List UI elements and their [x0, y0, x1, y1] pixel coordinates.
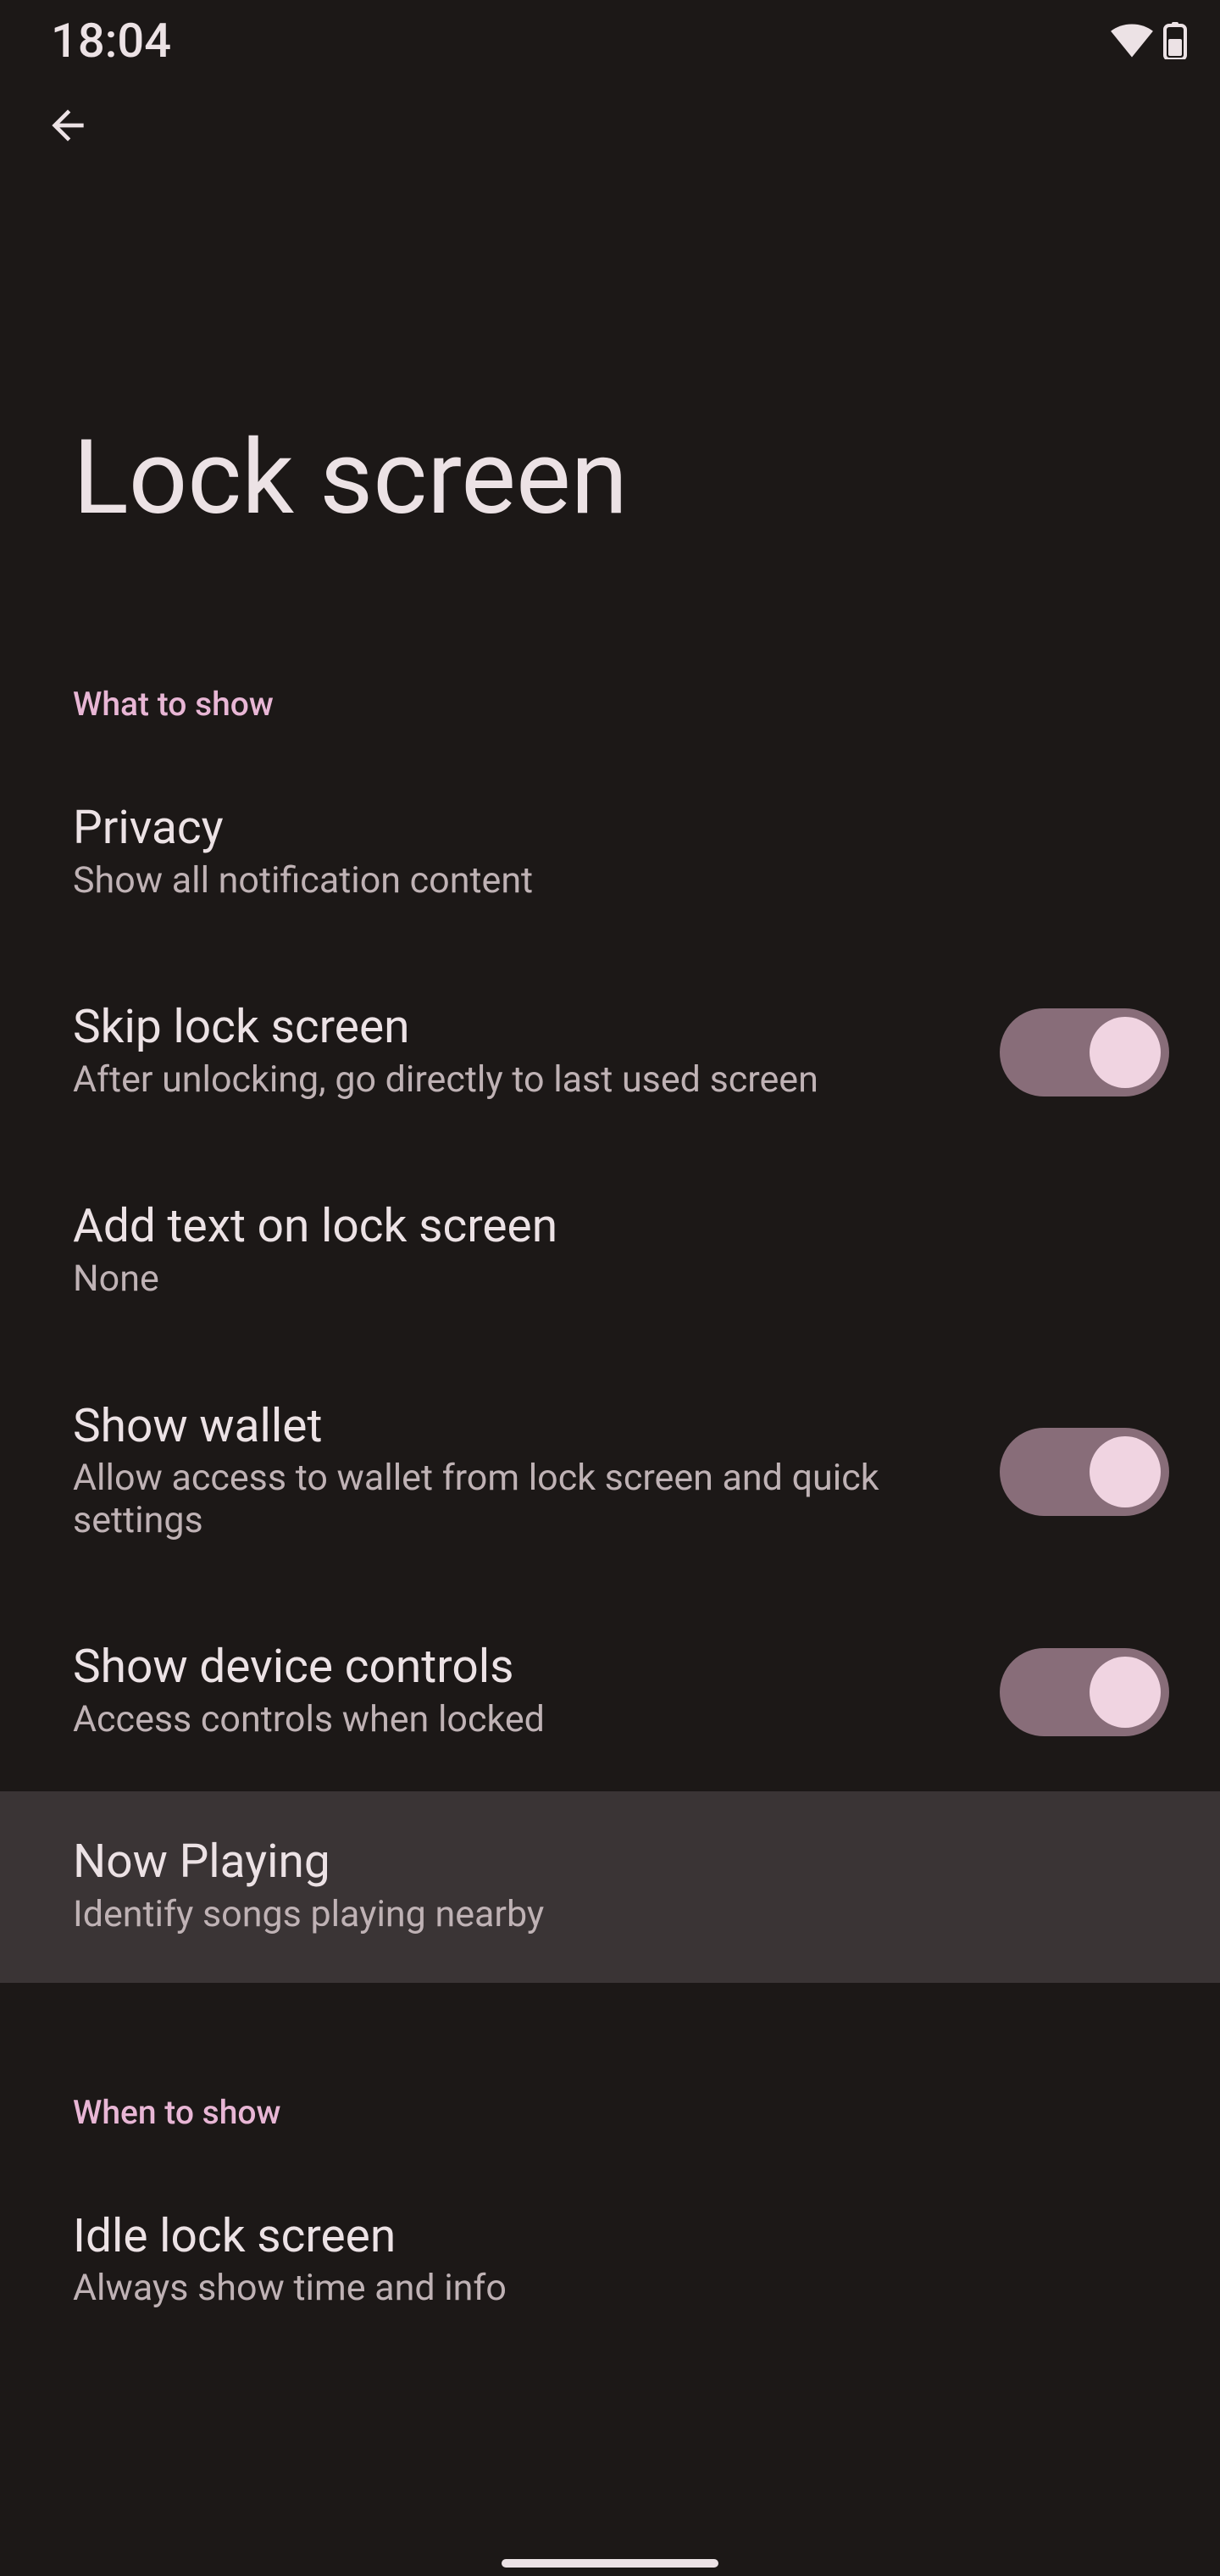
setting-label: Idle lock screen: [73, 2212, 1169, 2262]
setting-label: Now Playing: [73, 1838, 1169, 1887]
toggle-show-wallet[interactable]: [1000, 1428, 1169, 1516]
arrow-left-icon: [44, 102, 92, 149]
status-bar-time: 18:04: [51, 13, 171, 69]
setting-text: Show wallet Allow access to wallet from …: [73, 1402, 966, 1542]
back-button[interactable]: [37, 95, 98, 156]
page-title: Lock screen: [73, 424, 1147, 532]
setting-label: Skip lock screen: [73, 1003, 966, 1052]
setting-label: Privacy: [73, 804, 1169, 853]
setting-summary: Identify songs playing nearby: [73, 1894, 979, 1935]
title-area: Lock screen: [0, 169, 1220, 532]
setting-text: Show device controls Access controls whe…: [73, 1643, 966, 1740]
setting-device-controls[interactable]: Show device controls Access controls whe…: [0, 1592, 1220, 1791]
setting-summary: Access controls when locked: [73, 1699, 966, 1740]
toggle-device-controls[interactable]: [1000, 1648, 1169, 1736]
status-bar-icons: [1110, 22, 1188, 59]
setting-privacy[interactable]: Privacy Show all notification content: [0, 724, 1220, 952]
setting-text: Add text on lock screen None: [73, 1202, 1169, 1300]
setting-summary: Always show time and info: [73, 2268, 979, 2309]
section-header-what-to-show: What to show: [0, 532, 1220, 724]
setting-now-playing[interactable]: Now Playing Identify songs playing nearb…: [0, 1791, 1220, 1982]
setting-add-text[interactable]: Add text on lock screen None: [0, 1152, 1220, 1351]
setting-summary: None: [73, 1258, 979, 1300]
setting-label: Add text on lock screen: [73, 1202, 1169, 1252]
setting-skip-lock-screen[interactable]: Skip lock screen After unlocking, go dir…: [0, 952, 1220, 1152]
setting-summary: After unlocking, go directly to last use…: [73, 1059, 966, 1101]
setting-text: Now Playing Identify songs playing nearb…: [73, 1838, 1169, 1935]
setting-text: Idle lock screen Always show time and in…: [73, 2212, 1169, 2310]
setting-summary: Show all notification content: [73, 860, 979, 902]
toggle-skip-lock-screen[interactable]: [1000, 1008, 1169, 1096]
setting-label: Show device controls: [73, 1643, 966, 1692]
gesture-bar: [502, 2559, 718, 2568]
setting-idle-lock-screen[interactable]: Idle lock screen Always show time and in…: [0, 2132, 1220, 2361]
section-header-when-to-show: When to show: [0, 1983, 1220, 2132]
wifi-icon: [1110, 24, 1154, 58]
app-bar: [0, 81, 1220, 169]
status-bar: 18:04: [0, 0, 1220, 81]
setting-summary: Allow access to wallet from lock screen …: [73, 1457, 966, 1541]
setting-show-wallet[interactable]: Show wallet Allow access to wallet from …: [0, 1352, 1220, 1593]
setting-text: Skip lock screen After unlocking, go dir…: [73, 1003, 966, 1101]
setting-label: Show wallet: [73, 1402, 966, 1452]
battery-icon: [1162, 22, 1188, 59]
setting-text: Privacy Show all notification content: [73, 804, 1169, 902]
